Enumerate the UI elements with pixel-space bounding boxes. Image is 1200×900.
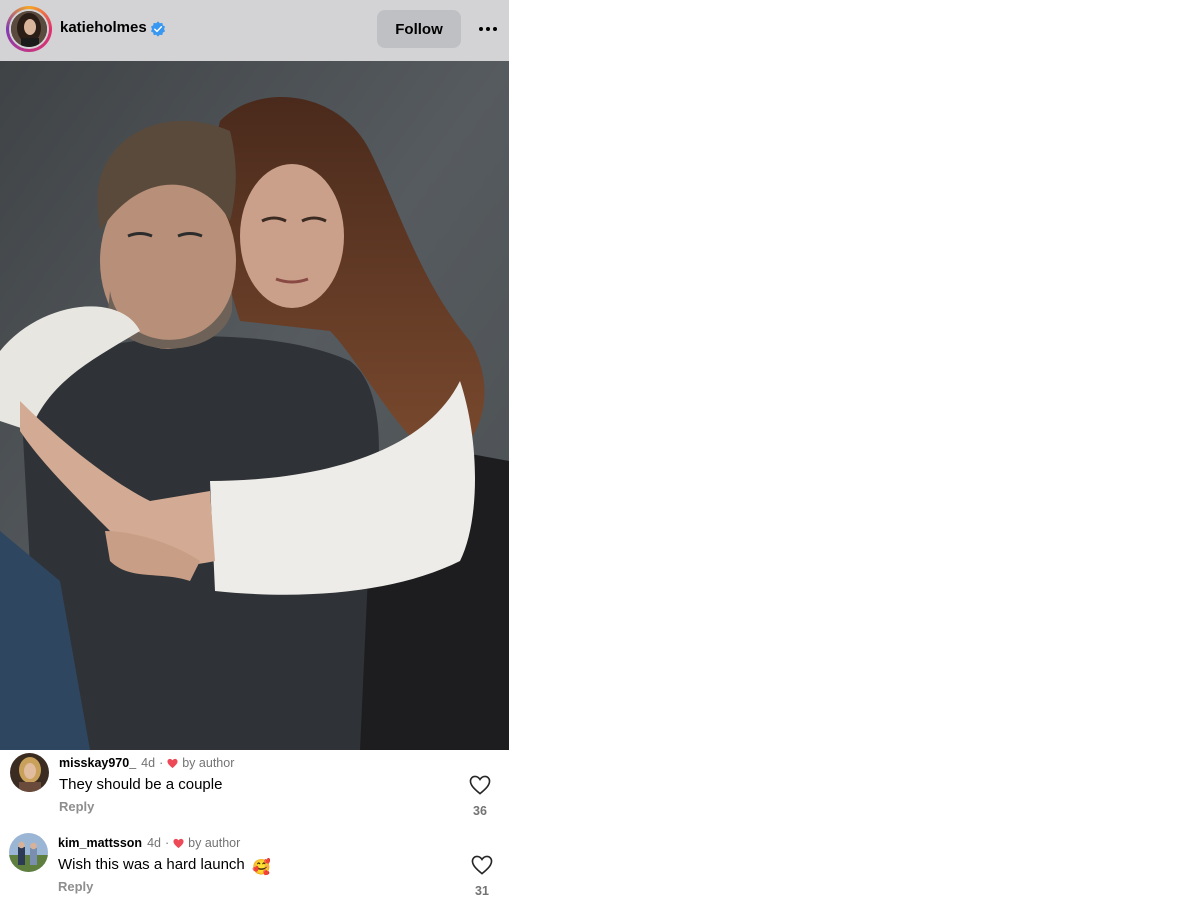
heart-outline-icon[interactable] [471, 855, 493, 875]
smiling-face-with-hearts-icon: 🥰 [251, 859, 271, 876]
comment-time: 4d [141, 756, 156, 770]
commenter-username[interactable]: misskay970_ [59, 756, 136, 770]
liked-by-author-heart-icon [167, 758, 178, 768]
commenter-username[interactable]: kim_mattsson [58, 836, 142, 850]
heart-outline-icon[interactable] [469, 775, 491, 795]
liked-by-author-heart-icon [173, 838, 184, 848]
author-username[interactable]: katieholmes [60, 19, 147, 36]
commenter-avatar[interactable] [10, 753, 49, 792]
comment-time: 4d [147, 836, 161, 850]
comment-item: misskay970_ 4d · by author They should b… [0, 750, 509, 828]
comment-meta: misskay970_ 4d · by author [59, 756, 234, 770]
post-header: katieholmes Follow [0, 0, 509, 61]
reply-button[interactable]: Reply [59, 799, 94, 814]
liked-by-author-label: by author [188, 836, 241, 850]
more-options-icon[interactable] [475, 17, 501, 41]
meta-separator: · [164, 836, 170, 850]
follow-button[interactable]: Follow [377, 10, 461, 48]
instagram-post: katieholmes Follow misskay970_ 4d · by a… [0, 0, 509, 900]
meta-separator: · [159, 756, 164, 770]
liked-by-author-label: by author [182, 756, 235, 770]
comment-text: They should be a couple [59, 776, 223, 793]
reply-button[interactable]: Reply [58, 879, 93, 894]
verified-badge-icon [150, 21, 166, 37]
avatar-photo [11, 11, 47, 47]
commenter-avatar[interactable] [9, 833, 48, 872]
like-count: 36 [473, 804, 487, 818]
comment-meta: kim_mattsson 4d · by author [58, 836, 240, 850]
like-count: 31 [475, 884, 489, 898]
comment-item: kim_mattsson 4d · by author Wish this wa… [0, 830, 509, 900]
comment-text: Wish this was a hard launch 🥰 [58, 856, 271, 876]
post-photo[interactable] [0, 61, 509, 750]
author-avatar[interactable] [6, 6, 52, 52]
